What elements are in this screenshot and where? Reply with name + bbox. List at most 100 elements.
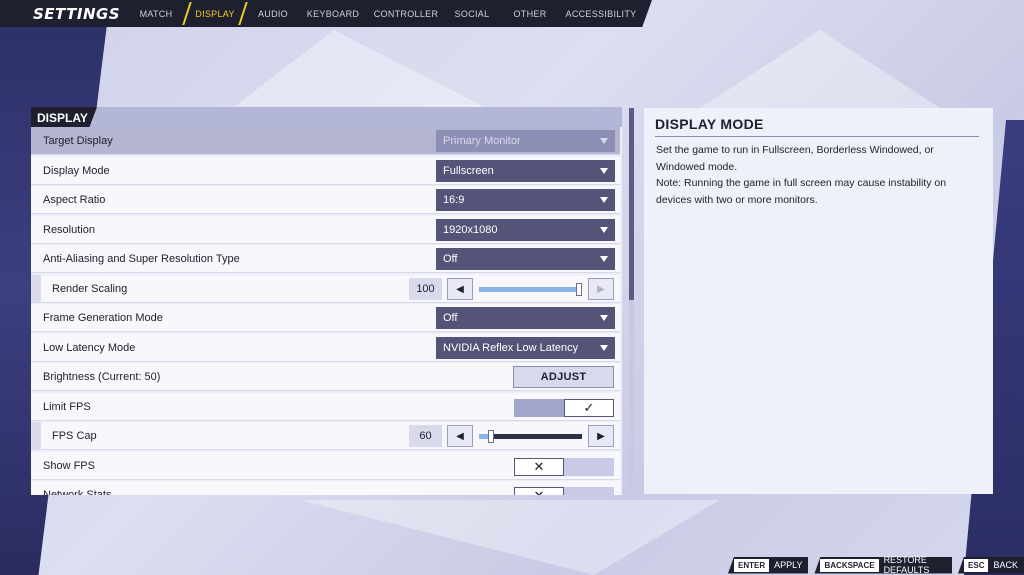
- backspace-key-badge: BACKSPACE: [820, 558, 879, 572]
- row-label: Anti-Aliasing and Super Resolution Type: [43, 253, 240, 265]
- tab-keyboard[interactable]: KEYBOARD: [298, 0, 368, 27]
- chevron-down-icon: [600, 256, 608, 262]
- tab-audio[interactable]: AUDIO: [248, 0, 298, 27]
- sub-indent-bar: [31, 275, 41, 303]
- description-title: DISPLAY MODE: [655, 116, 979, 137]
- row-label: Render Scaling: [52, 283, 128, 295]
- apply-hint[interactable]: ENTER APPLY: [728, 556, 809, 574]
- tab-controller[interactable]: CONTROLLER: [368, 0, 444, 27]
- tab-other[interactable]: OTHER: [500, 0, 560, 27]
- tab-accessibility[interactable]: ACCESSIBILITY: [560, 0, 642, 27]
- slider-knob[interactable]: [576, 283, 582, 296]
- tab-social[interactable]: SOCIAL: [444, 0, 500, 27]
- settings-title: SETTINGS: [33, 4, 121, 23]
- row-label: Display Mode: [43, 165, 110, 177]
- chevron-down-icon: [600, 197, 608, 203]
- sub-indent-bar: [31, 422, 41, 450]
- render-scaling-increase-button[interactable]: ▶: [588, 278, 614, 300]
- fps-cap-decrease-button[interactable]: ◀: [447, 425, 473, 447]
- top-nav-bar: SETTINGS MATCH DISPLAY AUDIO KEYBOARD CO…: [0, 0, 652, 27]
- restore-defaults-hint[interactable]: BACKSPACE RESTORE DEFAULTS: [814, 555, 953, 575]
- brightness-adjust-button[interactable]: ADJUST: [513, 366, 614, 388]
- slider-knob[interactable]: [488, 430, 494, 443]
- slider-fill: [479, 287, 582, 292]
- toggle-off-side[interactable]: ✕: [514, 458, 564, 476]
- network-stats-toggle[interactable]: ✕: [514, 487, 614, 495]
- row-frame-generation[interactable]: Frame Generation Mode Off: [31, 304, 620, 332]
- section-title: DISPLAY: [31, 107, 97, 128]
- description-panel: DISPLAY MODE Set the game to run in Full…: [644, 108, 993, 494]
- right-arrow-icon: ▶: [597, 430, 605, 442]
- dropdown-value: Off: [443, 312, 458, 324]
- toggle-on-side[interactable]: [564, 458, 614, 476]
- row-render-scaling[interactable]: Render Scaling 100 ◀ ▶: [31, 275, 620, 303]
- background-shard: [230, 30, 490, 110]
- limit-fps-toggle[interactable]: ✓: [514, 399, 614, 417]
- check-icon: ✓: [583, 400, 595, 415]
- toggle-off-side[interactable]: [514, 399, 564, 417]
- row-show-fps[interactable]: Show FPS ✕: [31, 452, 620, 480]
- dropdown-value: Fullscreen: [443, 165, 494, 177]
- right-arrow-icon: ▶: [597, 283, 605, 295]
- fps-cap-value: 60: [409, 425, 442, 447]
- row-label: Show FPS: [43, 460, 95, 472]
- left-arrow-icon: ◀: [456, 430, 464, 442]
- dropdown-value: 1920x1080: [443, 224, 498, 236]
- render-scaling-value: 100: [409, 278, 442, 300]
- enter-key-badge: ENTER: [734, 558, 770, 572]
- toggle-off-side[interactable]: ✕: [514, 487, 564, 495]
- chevron-down-icon: [600, 138, 608, 144]
- chevron-down-icon: [600, 315, 608, 321]
- row-aspect-ratio[interactable]: Aspect Ratio 16:9: [31, 186, 620, 214]
- scrollbar-thumb[interactable]: [629, 108, 634, 300]
- row-anti-aliasing[interactable]: Anti-Aliasing and Super Resolution Type …: [31, 245, 620, 273]
- toggle-on-side[interactable]: ✓: [564, 399, 614, 417]
- left-arrow-icon: ◀: [456, 283, 464, 295]
- display-mode-dropdown[interactable]: Fullscreen: [436, 160, 615, 182]
- background-shard: [300, 500, 720, 575]
- chevron-down-icon: [600, 345, 608, 351]
- chevron-down-icon: [600, 227, 608, 233]
- target-display-dropdown[interactable]: Primary Monitor: [436, 130, 615, 152]
- row-brightness[interactable]: Brightness (Current: 50) ADJUST: [31, 363, 620, 391]
- row-label: Limit FPS: [43, 401, 91, 413]
- apply-label: APPLY: [774, 560, 803, 570]
- tab-display[interactable]: DISPLAY: [182, 0, 248, 27]
- fps-cap-slider[interactable]: [479, 430, 582, 443]
- anti-aliasing-dropdown[interactable]: Off: [436, 248, 615, 270]
- section-header: DISPLAY: [31, 107, 622, 128]
- row-fps-cap[interactable]: FPS Cap 60 ◀ ▶: [31, 422, 620, 450]
- render-scaling-slider[interactable]: [479, 283, 582, 296]
- toggle-on-side[interactable]: [564, 487, 614, 495]
- row-label: FPS Cap: [52, 430, 97, 442]
- cross-icon: ✕: [533, 459, 545, 474]
- show-fps-toggle[interactable]: ✕: [514, 458, 614, 476]
- frame-generation-dropdown[interactable]: Off: [436, 307, 615, 329]
- resolution-dropdown[interactable]: 1920x1080: [436, 219, 615, 241]
- dropdown-value: NVIDIA Reflex Low Latency: [443, 342, 579, 354]
- aspect-ratio-dropdown[interactable]: 16:9: [436, 189, 615, 211]
- fps-cap-increase-button[interactable]: ▶: [588, 425, 614, 447]
- row-display-mode[interactable]: Display Mode Fullscreen: [31, 157, 620, 185]
- row-target-display[interactable]: Target Display Primary Monitor: [31, 127, 620, 155]
- dropdown-value: Off: [443, 253, 458, 265]
- row-limit-fps[interactable]: Limit FPS ✓: [31, 393, 620, 421]
- low-latency-dropdown[interactable]: NVIDIA Reflex Low Latency: [436, 337, 615, 359]
- description-body: Set the game to run in Fullscreen, Borde…: [656, 142, 981, 208]
- tab-match[interactable]: MATCH: [130, 0, 182, 27]
- row-label: Network Stats: [43, 489, 112, 495]
- render-scaling-decrease-button[interactable]: ◀: [447, 278, 473, 300]
- back-hint[interactable]: ESC BACK: [958, 556, 1024, 574]
- restore-defaults-label: RESTORE DEFAULTS: [883, 555, 930, 575]
- dropdown-value: Primary Monitor: [443, 135, 521, 147]
- row-low-latency[interactable]: Low Latency Mode NVIDIA Reflex Low Laten…: [31, 334, 620, 362]
- settings-scrollbar[interactable]: [629, 108, 634, 494]
- row-resolution[interactable]: Resolution 1920x1080: [31, 216, 620, 244]
- row-label: Low Latency Mode: [43, 342, 136, 354]
- row-label: Resolution: [43, 224, 95, 236]
- row-label: Frame Generation Mode: [43, 312, 163, 324]
- settings-list[interactable]: Target Display Primary Monitor Display M…: [31, 127, 622, 495]
- row-network-stats[interactable]: Network Stats ✕: [31, 481, 620, 495]
- footer-hints: ENTER APPLY BACKSPACE RESTORE DEFAULTS E…: [722, 556, 1024, 574]
- cross-icon: ✕: [534, 488, 545, 495]
